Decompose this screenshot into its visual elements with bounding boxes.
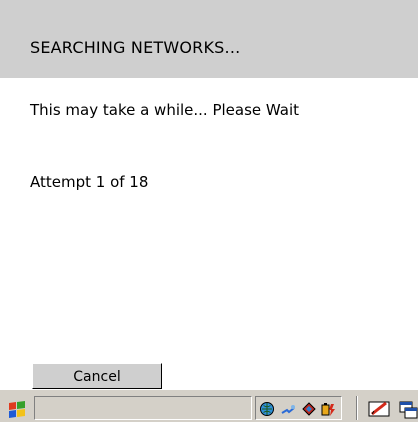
show-desktop-icon[interactable] <box>398 400 418 420</box>
taskbar-divider <box>356 396 358 420</box>
windows-flag-icon[interactable] <box>6 400 28 420</box>
taskbar-app-area[interactable] <box>34 396 252 420</box>
globe-network-icon[interactable] <box>259 401 275 417</box>
attempt-counter: Attempt 1 of 18 <box>30 173 149 191</box>
dialog-header: SEARCHING NETWORKS... <box>0 0 418 78</box>
wait-message: This may take a while... Please Wait <box>30 101 300 119</box>
searching-networks-dialog: SEARCHING NETWORKS... This may take a wh… <box>0 0 418 422</box>
battery-icon[interactable] <box>320 401 336 417</box>
dialog-title: SEARCHING NETWORKS... <box>30 38 241 57</box>
shield-icon[interactable] <box>301 401 317 417</box>
wireless-signal-icon[interactable] <box>280 401 296 417</box>
cancel-button[interactable]: Cancel <box>32 363 162 389</box>
taskbar <box>0 389 418 422</box>
pen-input-icon[interactable] <box>368 400 392 418</box>
system-tray <box>255 396 342 420</box>
